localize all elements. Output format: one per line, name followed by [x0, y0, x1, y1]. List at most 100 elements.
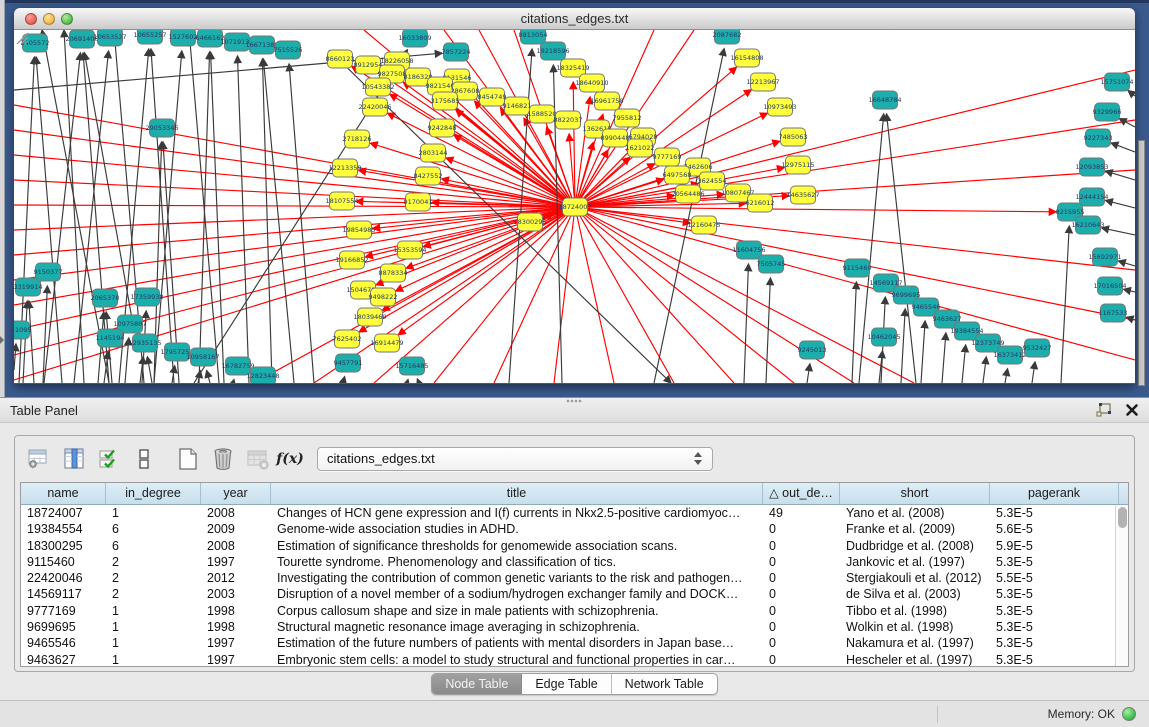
network-canvas[interactable]: 1872400786601238912954182260589827508818… [14, 30, 1135, 383]
table-row[interactable]: 1872400712008Changes of HCN gene express… [21, 505, 1128, 521]
network-node[interactable]: 8878334 [379, 264, 408, 282]
table-row[interactable]: 946362711997Embryonic stem cells: a mode… [21, 652, 1128, 667]
network-node[interactable]: 10958167 [186, 348, 219, 366]
network-node[interactable]: 19218596 [536, 42, 569, 60]
network-node[interactable]: 1841095 [14, 321, 31, 339]
network-window-titlebar[interactable]: citations_edges.txt [14, 8, 1135, 30]
network-node[interactable]: 16961758 [590, 92, 623, 110]
network-node[interactable]: 12213967 [746, 73, 779, 91]
show-column-button[interactable] [59, 444, 89, 474]
network-node[interactable]: 3624554 [698, 172, 727, 190]
table-row[interactable]: 969969511998Structural magnetic resonanc… [21, 619, 1128, 635]
network-graph[interactable]: 1872400786601238912954182260589827508818… [14, 30, 1135, 383]
network-node[interactable]: 9329966 [1093, 103, 1122, 121]
network-node[interactable]: 12975115 [781, 156, 814, 174]
network-node[interactable]: 19854985 [342, 221, 375, 239]
network-node[interactable]: 15692971 [1088, 248, 1121, 266]
network-node[interactable]: 10543382 [361, 78, 394, 96]
network-node[interactable]: 8660123 [326, 50, 355, 68]
network-node[interactable]: 18039469 [353, 308, 386, 326]
network-node[interactable]: 2803144 [419, 144, 448, 162]
network-node[interactable]: 20564486 [671, 185, 704, 203]
tab-edge-table[interactable]: Edge Table [522, 674, 611, 694]
network-node[interactable]: 12935135 [128, 334, 161, 352]
network-node[interactable]: 15716485 [395, 357, 428, 375]
expand-panel-arrow-icon[interactable] [0, 336, 4, 344]
network-node[interactable]: 16154808 [730, 49, 763, 67]
select-rows-button[interactable] [94, 444, 124, 474]
network-node[interactable]: 6497568 [663, 166, 692, 184]
network-node[interactable]: 9498222 [369, 288, 398, 306]
network-node[interactable]: 7625402 [333, 330, 362, 348]
network-node[interactable]: 7505745 [757, 255, 786, 273]
network-node[interactable]: 29053346 [145, 119, 178, 137]
float-panel-icon[interactable] [1096, 402, 1113, 418]
table-row[interactable]: 977716911998Corpus callosum shape and si… [21, 603, 1128, 619]
network-node[interactable]: 16914479 [370, 334, 403, 352]
network-node[interactable]: 8427552 [414, 167, 443, 185]
table-selector-dropdown[interactable]: citations_edges.txt [317, 447, 713, 471]
tab-network-table[interactable]: Network Table [612, 674, 717, 694]
network-node[interactable]: 8822037 [554, 111, 583, 129]
network-node[interactable]: 15353594 [393, 241, 426, 259]
network-node[interactable]: 10462045 [867, 328, 900, 346]
table-settings-button[interactable] [24, 444, 54, 474]
network-node[interactable]: 10653527 [93, 30, 126, 46]
panel-splitter-handle[interactable] [566, 399, 582, 403]
network-node[interactable]: 17359938 [130, 288, 163, 306]
table-row[interactable]: 946554611997Estimation of the future num… [21, 635, 1128, 651]
network-node[interactable]: 9532427 [1023, 339, 1052, 357]
table-row[interactable]: 1830029562008Estimation of significance … [21, 538, 1128, 554]
network-node[interactable]: 9170041 [404, 193, 433, 211]
table-row[interactable]: 911546021997Tourette syndrome. Phenomeno… [21, 554, 1128, 570]
network-node[interactable]: 9457791 [334, 354, 363, 372]
network-node[interactable]: 9777169 [653, 148, 682, 166]
network-node[interactable]: 1145194 [96, 329, 125, 347]
network-node[interactable]: 18300295 [513, 213, 546, 231]
network-node-hub[interactable]: 18724007 [558, 198, 591, 216]
column-header-title[interactable]: title [271, 483, 763, 504]
network-node[interactable]: 2087682 [713, 30, 742, 44]
table-vertical-scrollbar[interactable] [1115, 505, 1128, 666]
function-builder-button[interactable]: f(x) [273, 451, 307, 467]
close-panel-icon[interactable] [1125, 403, 1139, 417]
network-node[interactable]: 18107554 [325, 192, 358, 210]
column-header-short[interactable]: short [840, 483, 990, 504]
network-node[interactable]: 10973493 [763, 98, 796, 116]
table-row[interactable]: 1938455462009Genome-wide association stu… [21, 521, 1128, 537]
control-panel-collapsed-strip[interactable] [0, 0, 5, 397]
delete-column-button[interactable] [243, 444, 273, 474]
scrollbar-thumb[interactable] [1118, 507, 1127, 528]
network-node[interactable]: 1527602 [169, 30, 198, 46]
table-row[interactable]: 1456911722003Disruption of a novel membe… [21, 586, 1128, 602]
network-window[interactable]: citations_edges.txt 18724007866012389129… [14, 8, 1135, 384]
network-node[interactable]: 10655257 [133, 30, 166, 44]
network-node[interactable]: 7857224 [442, 43, 471, 61]
network-node[interactable]: 15751074 [1100, 73, 1133, 91]
network-node[interactable]: 12213359 [328, 159, 361, 177]
network-node[interactable]: 1621022 [626, 139, 655, 157]
tab-node-table[interactable]: Node Table [432, 674, 522, 694]
network-node[interactable]: 14635627 [786, 186, 819, 204]
network-node[interactable]: 9242848 [428, 119, 457, 137]
network-node[interactable]: 3175685 [431, 92, 460, 110]
network-node[interactable]: 18640910 [575, 74, 608, 92]
column-header-year[interactable]: year [201, 483, 271, 504]
window-resize-grip[interactable] [14, 30, 29, 45]
network-node[interactable]: 9150377 [34, 263, 63, 281]
network-node[interactable]: 7955812 [613, 109, 642, 127]
column-header-out_de[interactable]: △ out_de… [763, 483, 840, 504]
network-node[interactable]: 1167533 [1099, 304, 1128, 322]
network-node[interactable]: 16648784 [868, 91, 901, 109]
network-node[interactable]: 9227343 [1084, 129, 1113, 147]
network-node[interactable]: 12823448 [246, 367, 279, 383]
network-node[interactable]: 12160475 [687, 216, 720, 234]
network-node[interactable]: 7485063 [779, 128, 808, 146]
network-node[interactable]: 16033809 [398, 30, 431, 47]
column-header-pagerank[interactable]: pagerank [990, 483, 1119, 504]
network-node[interactable]: 9115460 [843, 259, 872, 277]
network-node[interactable]: 7515526 [274, 41, 303, 59]
delete-table-button[interactable] [208, 444, 238, 474]
column-header-name[interactable]: name [21, 483, 106, 504]
network-node[interactable]: 1588520 [528, 105, 557, 123]
